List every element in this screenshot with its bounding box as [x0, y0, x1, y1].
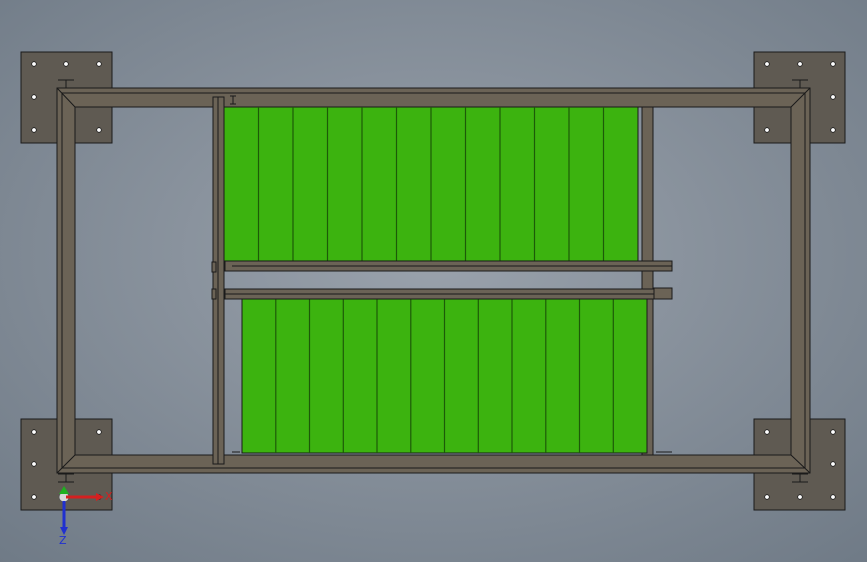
- cad-3d-viewport[interactable]: X Z: [0, 0, 867, 562]
- upper-solar-panel-array: [223, 106, 639, 262]
- lower-solar-panel-array: [241, 298, 648, 454]
- viewport-background: [0, 0, 867, 562]
- z-axis-label: Z: [59, 534, 67, 547]
- left-vertical-post: [212, 96, 225, 465]
- x-axis-label: X: [105, 490, 113, 503]
